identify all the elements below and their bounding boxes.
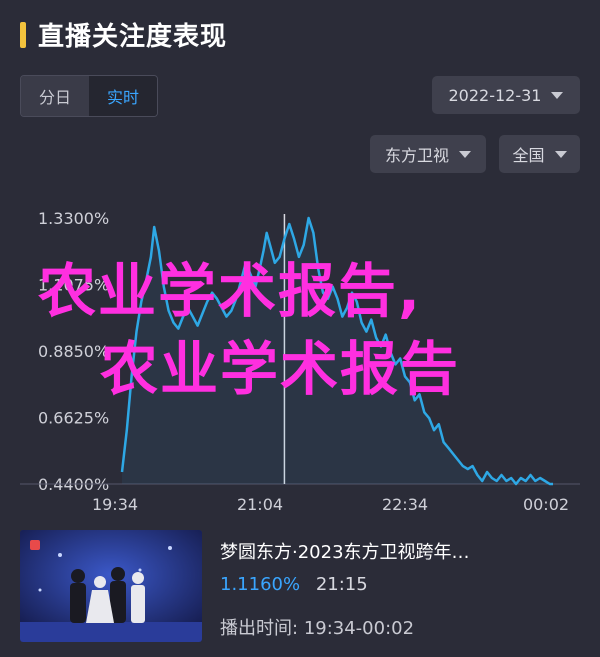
channel-select[interactable]: 东方卫视 [370,135,486,173]
watermark-line-2: 农业学术报告 [100,335,461,403]
airtime-label: 播出时间: [220,618,299,639]
x-tick-label: 19:34 [92,495,138,514]
title-accent-bar [20,22,26,48]
chevron-down-icon [459,150,471,158]
chevron-down-icon [554,150,567,158]
region-select[interactable]: 全国 [499,135,580,173]
region-select-value: 全国 [512,146,545,165]
y-tick-label: 0.6625% [38,409,109,428]
view-mode-toggle[interactable]: 分日 实时 [20,75,158,117]
channel-select-value: 东方卫视 [384,146,449,165]
x-tick-label: 00:02 [523,495,569,514]
airtime-value: 19:34-00:02 [303,618,415,639]
page-title: 直播关注度表现 [38,22,228,52]
date-select-value: 2022-12-31 [448,85,542,105]
watermark-line-1: 农业学术报告, [38,257,423,325]
program-rating-time: 21:15 [315,574,368,595]
program-card[interactable]: 梦圆东方·2023东方卫视跨年… 1.1160% 21:15 播出时间: 19:… [20,530,580,645]
header: 直播关注度表现 [0,0,600,68]
program-rating: 1.1160% [220,574,301,595]
tab-daily[interactable]: 分日 [21,76,89,116]
y-tick-label: 0.8850% [38,342,109,361]
program-thumbnail [20,530,202,642]
y-tick-label: 1.3300% [38,209,109,228]
x-tick-label: 22:34 [382,495,428,514]
program-rating-row: 1.1160% 21:15 [220,574,368,595]
program-airtime-row: 播出时间: 19:34-00:02 [220,614,414,640]
date-select[interactable]: 2022-12-31 [432,76,580,114]
chevron-down-icon [551,91,564,99]
tab-realtime[interactable]: 实时 [89,76,157,116]
program-title: 梦圆东方·2023东方卫视跨年… [220,542,470,563]
x-tick-label: 21:04 [237,495,283,514]
